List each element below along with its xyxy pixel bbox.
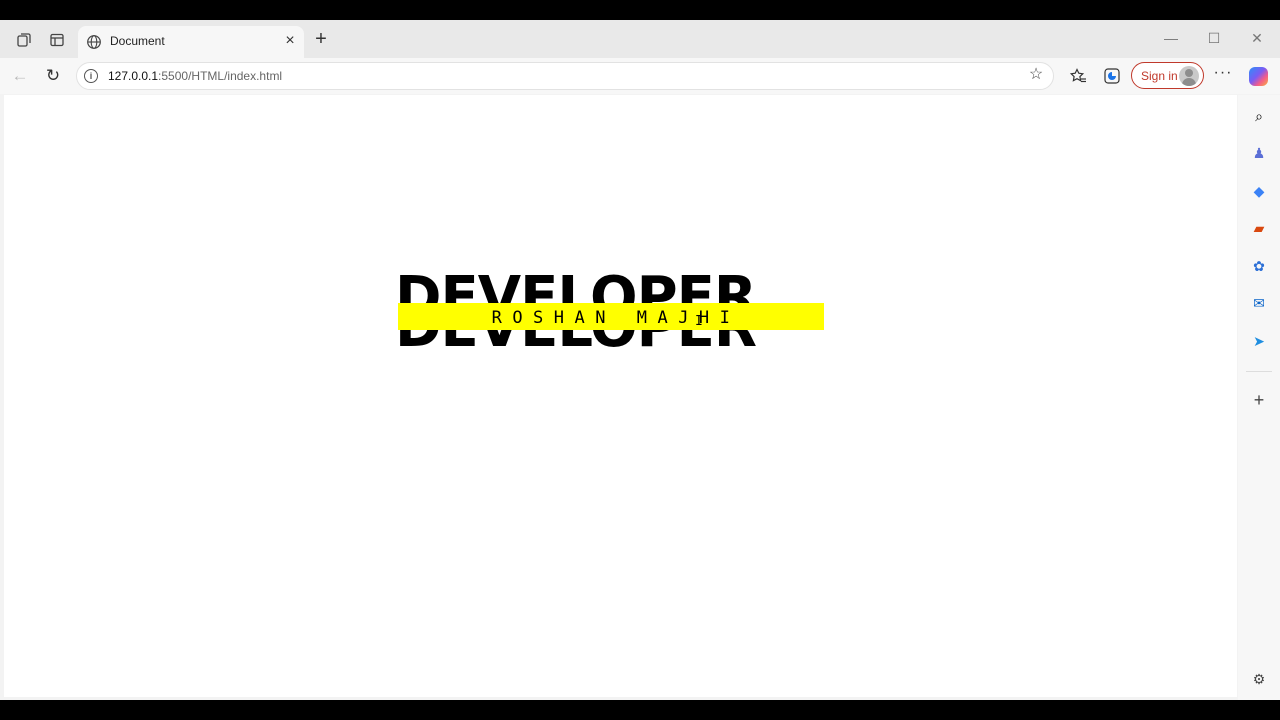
add-favorite-star-icon[interactable]: ☆ bbox=[1027, 66, 1045, 84]
name-banner: ROSHAN MAJHI bbox=[398, 303, 824, 330]
globe-icon bbox=[87, 35, 101, 49]
reload-icon[interactable]: ↻ bbox=[43, 66, 63, 86]
tab-actions-icon[interactable] bbox=[49, 32, 65, 48]
outlook-icon[interactable]: ✉ bbox=[1250, 294, 1268, 312]
more-options-icon[interactable]: ··· bbox=[1213, 65, 1233, 84]
minimize-icon[interactable]: — bbox=[1160, 28, 1182, 48]
url-path: :5500/HTML/index.html bbox=[158, 69, 283, 83]
text-cursor-icon: I bbox=[695, 314, 703, 329]
new-tab-icon[interactable]: + bbox=[312, 29, 330, 49]
tab-title: Document bbox=[110, 34, 165, 48]
url-text[interactable]: 127.0.0.1:5500/HTML/index.html bbox=[108, 69, 282, 83]
search-icon[interactable]: ⌕ bbox=[1250, 107, 1268, 125]
sidebar-settings-gear-icon[interactable]: ⚙ bbox=[1250, 670, 1268, 688]
favorites-icon[interactable] bbox=[1069, 67, 1087, 85]
url-host: 127.0.0.1 bbox=[108, 69, 159, 83]
name-banner-text: ROSHAN MAJHI bbox=[491, 308, 741, 328]
shopping-tag-icon[interactable]: ◆ bbox=[1250, 182, 1268, 200]
back-arrow-icon[interactable]: ← bbox=[10, 66, 30, 86]
add-sidebar-app-icon[interactable]: + bbox=[1250, 391, 1268, 409]
page-viewport bbox=[4, 95, 1237, 697]
close-window-icon[interactable]: ✕ bbox=[1246, 28, 1268, 48]
tools-briefcase-icon[interactable]: ▰ bbox=[1250, 219, 1268, 237]
sign-in-label: Sign in bbox=[1141, 69, 1178, 83]
edge-sidebar: ⌕ ♟ ◆ ▰ ✿ ✉ ➤ + ⚙ bbox=[1238, 95, 1280, 700]
site-info-icon[interactable]: i bbox=[84, 69, 98, 83]
drop-send-icon[interactable]: ➤ bbox=[1250, 332, 1268, 350]
collections-icon[interactable] bbox=[16, 32, 32, 48]
browser-window: Document × + — ☐ ✕ ← ↻ i 127.0.0.1:5500/… bbox=[0, 20, 1280, 700]
tab-strip: Document × + — ☐ ✕ bbox=[0, 20, 1280, 58]
active-tab[interactable]: Document × bbox=[78, 26, 304, 58]
people-icon[interactable]: ♟ bbox=[1250, 144, 1268, 162]
close-tab-icon[interactable]: × bbox=[282, 32, 298, 50]
copilot-icon[interactable] bbox=[1249, 67, 1268, 86]
microsoft365-icon[interactable]: ✿ bbox=[1250, 257, 1268, 275]
address-bar[interactable]: i 127.0.0.1:5500/HTML/index.html ☆ bbox=[76, 62, 1054, 90]
sign-in-button[interactable]: Sign in bbox=[1131, 62, 1204, 89]
profile-avatar-icon bbox=[1179, 66, 1199, 86]
browser-essentials-icon[interactable] bbox=[1103, 67, 1121, 85]
address-toolbar: ← ↻ i 127.0.0.1:5500/HTML/index.html ☆ S… bbox=[0, 58, 1280, 94]
maximize-icon[interactable]: ☐ bbox=[1203, 28, 1225, 48]
sidebar-divider bbox=[1246, 371, 1272, 372]
